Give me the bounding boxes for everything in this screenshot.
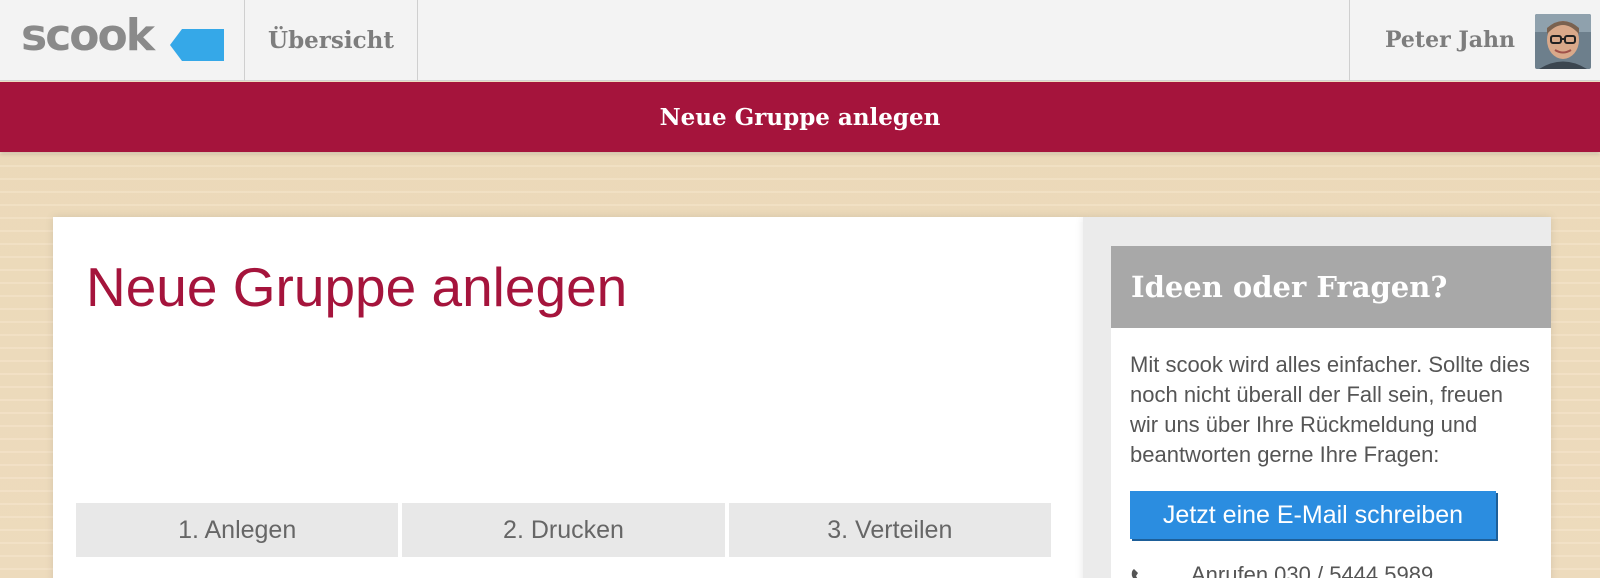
- help-text: Mit scook wird alles einfacher. Sollte d…: [1130, 352, 1530, 467]
- help-heading-text: Ideen oder Fragen?: [1131, 270, 1448, 304]
- phone-contact[interactable]: Anrufen 030 / 5444 5989: [1130, 562, 1530, 578]
- help-sidebar: Ideen oder Fragen? Mit scook wird alles …: [1083, 217, 1551, 578]
- banner-title: Neue Gruppe anlegen: [659, 103, 941, 131]
- help-heading: Ideen oder Fragen?: [1111, 246, 1551, 328]
- user-menu[interactable]: Peter Jahn: [1349, 0, 1600, 81]
- logo[interactable]: scook: [0, 0, 245, 81]
- step-distribute[interactable]: 3. Verteilen: [728, 503, 1051, 557]
- write-email-button[interactable]: Jetzt eine E-Mail schreiben: [1130, 491, 1496, 539]
- main-card: Neue Gruppe anlegen 1. Anlegen 2. Drucke…: [53, 217, 1083, 578]
- page-banner: Neue Gruppe anlegen: [0, 82, 1600, 152]
- write-email-button-label: Jetzt eine E-Mail schreiben: [1162, 500, 1464, 529]
- phone-icon: [1131, 569, 1138, 578]
- avatar: [1535, 14, 1591, 69]
- nav-overview-link[interactable]: Übersicht: [245, 0, 418, 81]
- logo-text: scook: [21, 10, 155, 61]
- help-box: Ideen oder Fragen? Mit scook wird alles …: [1111, 246, 1551, 578]
- phone-text: Anrufen 030 / 5444 5989: [1191, 562, 1434, 578]
- page-title: Neue Gruppe anlegen: [86, 256, 628, 318]
- step-create[interactable]: 1. Anlegen: [76, 503, 399, 557]
- top-navigation-bar: scook Übersicht Peter Jahn: [0, 0, 1600, 81]
- tag-icon: [170, 29, 224, 61]
- step-tabs: 1. Anlegen 2. Drucken 3. Verteilen: [76, 503, 1051, 557]
- step-print[interactable]: 2. Drucken: [402, 503, 725, 557]
- user-name: Peter Jahn: [1384, 27, 1515, 53]
